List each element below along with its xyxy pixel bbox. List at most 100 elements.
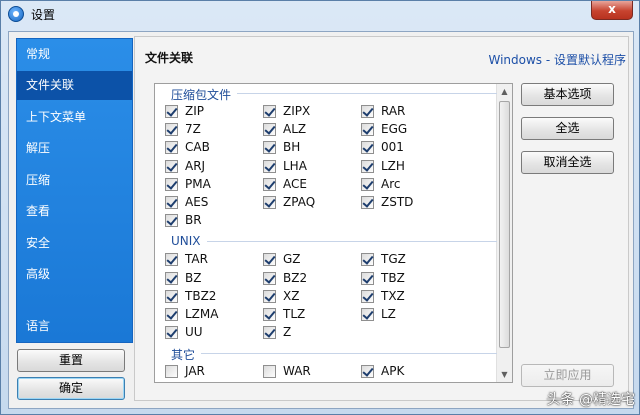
reset-button[interactable]: 重置 [17,349,125,372]
file-type-checkbox[interactable]: JAR [165,363,261,379]
checked-box-icon[interactable] [263,308,276,321]
checked-box-icon[interactable] [263,177,276,191]
file-type-checkbox[interactable]: Z [263,324,359,340]
file-type-checkbox[interactable]: AES [165,194,261,210]
checked-box-icon[interactable] [361,289,374,303]
file-type-checkbox[interactable]: LHA [263,158,359,174]
checked-box-icon[interactable] [165,308,178,321]
file-type-checkbox[interactable]: CAB [165,139,261,155]
checked-box-icon[interactable] [361,196,374,209]
file-type-checkbox[interactable]: 001 [361,139,457,155]
file-type-label: LZ [381,307,396,321]
sidebar-item-context-menu[interactable]: 上下文菜单 [17,103,132,132]
scroll-thumb[interactable] [499,101,510,348]
file-type-checkbox[interactable]: ALZ [263,121,359,137]
file-type-label: EGG [381,122,408,137]
file-type-checkbox[interactable]: LZH [361,158,457,174]
checked-box-icon[interactable] [263,105,276,118]
checked-box-icon[interactable] [165,271,178,285]
file-type-checkbox[interactable]: BZ2 [263,270,359,286]
file-type-checkbox[interactable]: TLZ [263,306,359,322]
file-type-checkbox[interactable]: ZIP [165,103,261,119]
file-type-checkbox[interactable]: ZPAQ [263,194,359,210]
group-header: 压缩包文件 [155,86,497,103]
unchecked-box-icon[interactable] [263,365,276,379]
sidebar-item-advanced[interactable]: 高级 [17,260,132,289]
select-all-button[interactable]: 全选 [521,117,614,140]
file-type-checkbox[interactable]: UU [165,324,261,340]
checked-box-icon[interactable] [361,308,374,321]
checked-box-icon[interactable] [361,105,374,118]
scrollbar[interactable]: ▲ ▼ [496,84,512,382]
ok-button[interactable]: 确定 [17,377,125,400]
scroll-down-icon[interactable]: ▼ [497,367,512,382]
checked-box-icon[interactable] [361,271,374,285]
checked-box-icon[interactable] [165,326,178,340]
file-type-checkbox[interactable]: RAR [361,103,457,119]
checked-box-icon[interactable] [361,123,374,137]
file-type-checkbox[interactable]: ZSTD [361,194,457,210]
checked-box-icon[interactable] [165,289,178,303]
sidebar-item-compress[interactable]: 压缩 [17,166,132,195]
file-type-checkbox[interactable]: Arc [361,176,457,192]
file-type-checkbox[interactable]: XZ [263,288,359,304]
checked-box-icon[interactable] [165,105,178,118]
checked-box-icon[interactable] [361,159,374,173]
checked-box-icon[interactable] [165,253,178,267]
apply-now-button[interactable]: 立即应用 [521,364,614,387]
file-type-checkbox[interactable]: TAR [165,251,261,267]
sidebar-item-security[interactable]: 安全 [17,229,132,258]
checked-box-icon[interactable] [263,141,276,155]
file-type-list[interactable]: ▲ ▼ 压缩包文件 ZIP ZIPX RAR 7Z ALZ EGG CAB BH 001 ARJ LH… [154,83,513,383]
scroll-up-icon[interactable]: ▲ [497,84,512,99]
deselect-all-button[interactable]: 取消全选 [521,151,614,174]
file-type-checkbox[interactable]: TBZ2 [165,288,261,304]
close-button[interactable]: x [591,1,633,20]
checked-box-icon[interactable] [165,123,178,137]
file-type-checkbox[interactable]: APK [361,363,457,379]
sidebar-item-extract[interactable]: 解压 [17,134,132,163]
file-type-checkbox[interactable]: LZMA [165,306,261,322]
sidebar-item-file-association[interactable]: 文件关联 [17,71,132,100]
checked-box-icon[interactable] [263,326,276,340]
checked-box-icon[interactable] [361,253,374,267]
file-type-checkbox[interactable]: 7Z [165,121,261,137]
checked-box-icon[interactable] [165,159,178,173]
file-type-checkbox[interactable]: EGG [361,121,457,137]
file-type-checkbox[interactable]: TBZ [361,270,457,286]
title-bar[interactable]: 设置 x [1,1,639,27]
sidebar-item-general[interactable]: 常规 [17,40,132,69]
file-type-checkbox[interactable]: GZ [263,251,359,267]
checked-box-icon[interactable] [263,289,276,303]
file-type-label: 7Z [185,122,201,137]
file-type-checkbox[interactable]: BZ [165,270,261,286]
file-type-checkbox[interactable]: TGZ [361,251,457,267]
file-type-checkbox[interactable]: ARJ [165,158,261,174]
checked-box-icon[interactable] [263,159,276,173]
checked-box-icon[interactable] [165,196,178,209]
checked-box-icon[interactable] [263,123,276,137]
sidebar-item-language[interactable]: 语言 [17,312,132,341]
checked-box-icon[interactable] [263,271,276,285]
file-type-label: ZIP [185,104,204,118]
file-type-checkbox[interactable]: BR [165,212,261,228]
checked-box-icon[interactable] [361,141,374,155]
checked-box-icon[interactable] [263,253,276,267]
checked-box-icon[interactable] [361,177,374,191]
checked-box-icon[interactable] [165,141,178,155]
checked-box-icon[interactable] [263,196,276,209]
checked-box-icon[interactable] [165,177,178,191]
file-type-checkbox[interactable]: ACE [263,176,359,192]
sidebar-item-view[interactable]: 查看 [17,197,132,226]
file-type-checkbox[interactable]: LZ [361,306,457,322]
file-type-checkbox[interactable]: PMA [165,176,261,192]
file-type-checkbox[interactable]: WAR [263,363,359,379]
unchecked-box-icon[interactable] [165,365,178,379]
file-type-checkbox[interactable]: ZIPX [263,103,359,119]
file-type-checkbox[interactable]: BH [263,139,359,155]
windows-default-programs-link[interactable]: Windows - 设置默认程序 [488,51,626,68]
checked-box-icon[interactable] [165,214,178,228]
checked-box-icon[interactable] [361,365,374,379]
basic-options-button[interactable]: 基本选项 [521,83,614,106]
file-type-checkbox[interactable]: TXZ [361,288,457,304]
